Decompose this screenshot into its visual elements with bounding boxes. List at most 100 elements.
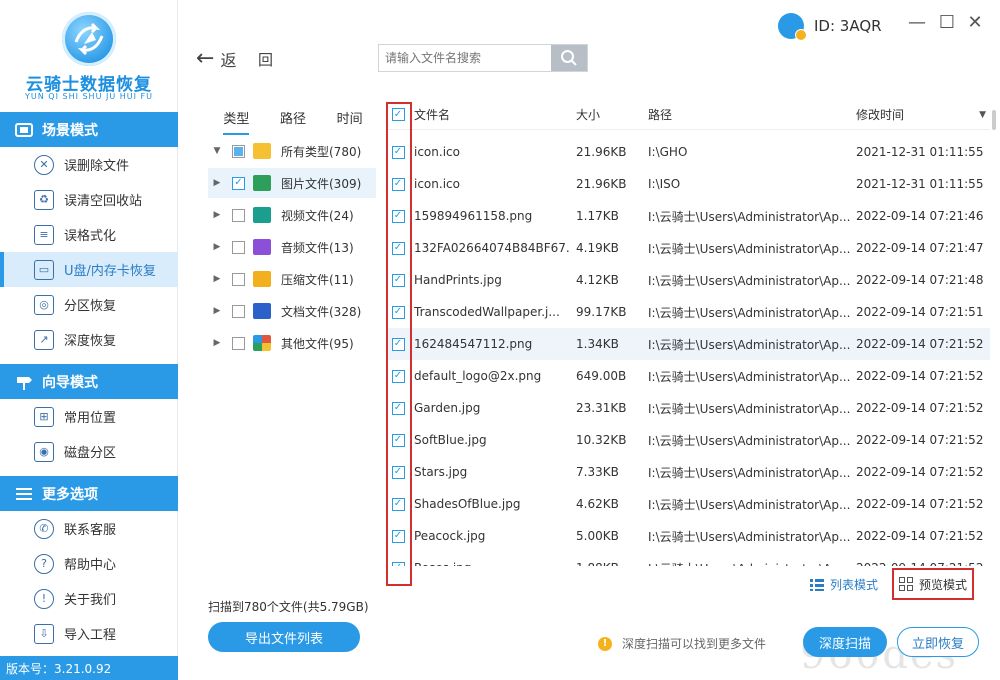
file-path: I:\GHO: [648, 145, 688, 159]
sidebar-item-about-us[interactable]: ! 关于我们: [0, 581, 178, 616]
expand-right-icon[interactable]: ▶: [208, 210, 226, 220]
minimize-icon[interactable]: —: [908, 14, 926, 32]
sidebar-item-deep-recover[interactable]: ↗ 深度恢复: [0, 322, 178, 357]
usb-card-icon: ▭: [34, 259, 54, 280]
category-checkbox[interactable]: [232, 336, 245, 350]
user-account[interactable]: ID: 3AQR: [778, 12, 882, 41]
search-input[interactable]: [379, 45, 551, 71]
col-time-header[interactable]: 修改时间: [856, 106, 984, 123]
file-size: 649.00B: [576, 369, 627, 383]
table-row[interactable]: default_logo@2x.png 649.00B I:\云骑士\Users\A…: [386, 360, 990, 392]
table-row[interactable]: Roses.jpg1.88KBI:\云骑士\Users\Administrato…: [386, 552, 990, 566]
recover-now-button[interactable]: 立即恢复: [897, 627, 979, 657]
file-modified-time: 2022-09-14 07:21:52: [856, 529, 984, 543]
user-id: ID: 3AQR: [814, 17, 882, 35]
file-size: 23.31KB: [576, 401, 627, 415]
preview-mode-button[interactable]: 预览模式: [892, 568, 974, 600]
avatar-icon: [778, 13, 807, 41]
table-row[interactable]: Garden.jpg 23.31KB I:\云骑士\Users\Administra…: [386, 392, 990, 424]
col-name-header[interactable]: 文件名: [410, 106, 570, 123]
expand-right-icon[interactable]: ▶: [208, 338, 226, 348]
file-size: 1.17KB: [576, 209, 619, 223]
sidebar-item-usb-card[interactable]: ▭ U盘/内存卡恢复: [0, 252, 178, 287]
category-checkbox[interactable]: [232, 208, 245, 222]
sidebar-item-deleted-file[interactable]: ✕ 误删除文件: [0, 147, 178, 182]
table-row[interactable]: SoftBlue.jpg 10.32KB I:\云骑士\Users\Administ…: [386, 424, 990, 456]
sidebar-item-format[interactable]: ≡ 误格式化: [0, 217, 178, 252]
sidebar-item-label: 联系客服: [64, 523, 117, 538]
table-row[interactable]: ShadesOfBlue.jpg 4.62KB I:\云骑士\Users\Admin…: [386, 488, 990, 520]
file-size: 99.17KB: [576, 305, 627, 319]
category-label: 所有类型(780): [281, 144, 362, 159]
expand-right-icon[interactable]: ▶: [208, 306, 226, 316]
search-button[interactable]: [551, 45, 587, 71]
import-icon: ⇩: [34, 623, 54, 644]
category-images[interactable]: ▶ 图片文件(309): [208, 168, 376, 198]
table-row[interactable]: icon.ico 21.96KB I:\GHO 2021-12-31 01:11:55: [386, 136, 990, 168]
sidebar-item-recycle-bin[interactable]: ♻ 误清空回收站: [0, 182, 178, 217]
close-icon[interactable]: ✕: [966, 14, 984, 32]
table-row[interactable]: 132FA02664074B84BF67... 4.19KB I:\云骑士\User…: [386, 232, 990, 264]
category-other[interactable]: ▶ 其他文件(95): [208, 328, 376, 358]
info-icon: !: [34, 588, 54, 609]
col-path-header[interactable]: 路径: [646, 106, 856, 123]
expand-right-icon[interactable]: ▶: [208, 274, 226, 284]
section-scene-mode[interactable]: 场景模式: [0, 112, 178, 147]
section-more-options[interactable]: 更多选项: [0, 476, 178, 511]
tab-path[interactable]: 路径: [265, 100, 322, 130]
table-row[interactable]: HandPrints.jpg 4.12KB I:\云骑士\Users\Adminis…: [386, 264, 990, 296]
image-file-icon: [253, 175, 271, 191]
sort-down-icon[interactable]: ▼: [979, 110, 986, 120]
table-row[interactable]: Stars.jpg 7.33KB I:\云骑士\Users\Administrato…: [386, 456, 990, 488]
file-table: 文件名 大小 路径 修改时间 ▼ icon.ico 21.96KB I:\GHO 20…: [386, 100, 990, 566]
deep-scan-button[interactable]: 深度扫描: [803, 627, 887, 657]
category-checkbox[interactable]: [232, 304, 245, 318]
sidebar-item-help-center[interactable]: ? 帮助中心: [0, 546, 178, 581]
section-guide-mode[interactable]: 向导模式: [0, 364, 178, 399]
deep-scan-tip: ! 深度扫描可以找到更多文件: [598, 635, 766, 652]
sidebar-item-disk-partition[interactable]: ◉ 磁盘分区: [0, 434, 178, 469]
file-modified-time: 2022-09-14 07:21:52: [856, 497, 984, 511]
category-all-types[interactable]: ▼ 所有类型(780): [208, 136, 376, 166]
sidebar-item-partition[interactable]: ◎ 分区恢复: [0, 287, 178, 322]
sidebar-item-import-project[interactable]: ⇩ 导入工程: [0, 616, 178, 651]
category-video[interactable]: ▶ 视频文件(24): [208, 200, 376, 230]
tab-time[interactable]: 时间: [321, 100, 378, 130]
col-size-header[interactable]: 大小: [570, 106, 646, 123]
sidebar-item-common-locations[interactable]: ⊞ 常用位置: [0, 399, 178, 434]
table-row[interactable]: 159894961158.png 1.17KB I:\云骑士\Users\Admin…: [386, 200, 990, 232]
sidebar-item-contact-support[interactable]: ✆ 联系客服: [0, 511, 178, 546]
table-row[interactable]: Peacock.jpg 5.00KB I:\云骑士\Users\Administra…: [386, 520, 990, 552]
folder-icon: [253, 143, 271, 159]
file-path: I:\ISO: [648, 177, 681, 191]
table-row[interactable]: icon.ico 21.96KB I:\ISO 2021-12-31 01:11:55: [386, 168, 990, 200]
table-row[interactable]: TranscodedWallpaper.j... 99.17KB I:\云骑士\Us…: [386, 296, 990, 328]
file-path: I:\云骑士\Users\Administrator\Ap...: [648, 529, 851, 544]
tab-type[interactable]: 类型: [208, 100, 265, 135]
sidebar-item-label: 导入工程: [64, 628, 117, 643]
category-checkbox[interactable]: [232, 176, 245, 190]
file-name: 162484547112.png: [414, 337, 533, 351]
list-mode-button[interactable]: 列表模式: [810, 576, 878, 593]
expand-right-icon[interactable]: ▶: [208, 178, 226, 188]
category-checkbox[interactable]: [232, 240, 245, 254]
back-button[interactable]: ← 返: [196, 46, 236, 71]
file-path: I:\云骑士\Users\Administrator\Ap...: [648, 273, 851, 288]
back-label-2[interactable]: 回: [258, 49, 273, 70]
category-audio[interactable]: ▶ 音频文件(13): [208, 232, 376, 262]
maximize-icon[interactable]: ☐: [938, 14, 956, 32]
audio-file-icon: [253, 239, 271, 255]
file-modified-time: 2022-09-14 07:21:52: [856, 561, 984, 566]
file-size: 1.88KB: [570, 561, 646, 566]
category-checkbox[interactable]: [232, 272, 245, 286]
category-checkbox[interactable]: [232, 144, 245, 158]
file-modified-time: 2022-09-14 07:21:52: [856, 337, 984, 351]
category-document[interactable]: ▶ 文档文件(328): [208, 296, 376, 326]
file-name: icon.ico: [414, 145, 460, 159]
expand-right-icon[interactable]: ▶: [208, 242, 226, 252]
table-row[interactable]: 162484547112.png 1.34KB I:\云骑士\Users\Admin…: [386, 328, 990, 360]
expand-down-icon[interactable]: ▼: [208, 146, 226, 156]
scrollbar[interactable]: [992, 110, 996, 130]
category-archive[interactable]: ▶ 压缩文件(11): [208, 264, 376, 294]
export-list-button[interactable]: 导出文件列表: [208, 622, 360, 652]
